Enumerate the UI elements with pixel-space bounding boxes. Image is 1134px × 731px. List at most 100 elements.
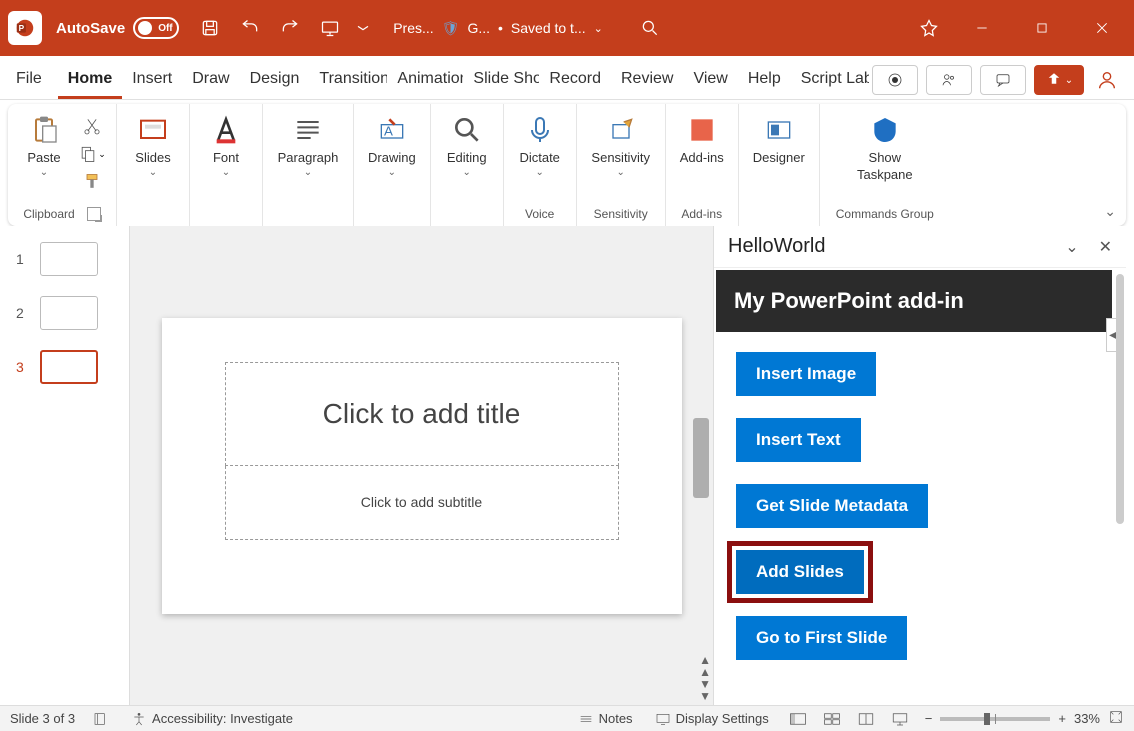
tab-view[interactable]: View (683, 60, 737, 99)
ribbon: Paste ⌄ ⌄ Clipboard Slides⌄ Font⌄ Paragr… (8, 104, 1126, 226)
normal-view-icon[interactable] (787, 710, 809, 728)
app-icon: P (8, 11, 42, 45)
slide-nav-arrows[interactable]: ▲▲▼▼ (699, 655, 711, 701)
zoom-out-button[interactable]: − (925, 711, 933, 726)
format-painter-icon[interactable] (78, 170, 106, 194)
autosave[interactable]: AutoSave Off (56, 17, 179, 39)
save-icon[interactable] (193, 11, 227, 45)
editing-button[interactable]: Editing⌄ (437, 108, 497, 182)
qat-more-icon[interactable] (353, 11, 373, 45)
drawing-button[interactable]: A Drawing⌄ (360, 108, 424, 182)
svg-text:A: A (384, 123, 393, 138)
accessibility-button[interactable]: Accessibility: Investigate (127, 711, 297, 727)
group-slides: Slides⌄ (117, 104, 190, 226)
tab-slideshow[interactable]: Slide Show (463, 60, 539, 99)
zoom-level[interactable]: 33% (1074, 711, 1100, 726)
maximize-button[interactable] (1018, 8, 1066, 48)
font-button[interactable]: Font⌄ (196, 108, 256, 182)
group-addins: Add-ins Add-ins (666, 104, 739, 226)
zoom-slider[interactable] (940, 717, 1050, 721)
teams-button[interactable] (926, 65, 972, 95)
tab-draw[interactable]: Draw (182, 60, 239, 99)
reading-view-icon[interactable] (855, 710, 877, 728)
tab-scriptlab[interactable]: Script Lab (791, 60, 869, 99)
thumb-2[interactable]: 2 (16, 296, 121, 330)
tab-design[interactable]: Design (240, 60, 310, 99)
premium-icon[interactable] (912, 11, 946, 45)
show-taskpane-button[interactable]: Show Taskpane (849, 108, 921, 186)
tab-review[interactable]: Review (611, 60, 683, 99)
zoom-in-button[interactable]: + (1058, 711, 1066, 726)
display-settings-button[interactable]: Display Settings (651, 711, 773, 727)
mic-icon (522, 112, 558, 148)
close-button[interactable] (1078, 8, 1126, 48)
addins-button[interactable]: Add-ins (672, 108, 732, 169)
minimize-button[interactable] (958, 8, 1006, 48)
status-bar: Slide 3 of 3 Accessibility: Investigate … (0, 705, 1134, 731)
cut-icon[interactable] (78, 114, 106, 138)
dictate-button[interactable]: Dictate⌄ (510, 108, 570, 182)
paragraph-icon (290, 112, 326, 148)
thumb-1[interactable]: 1 (16, 242, 121, 276)
editing-icon (449, 112, 485, 148)
copy-icon[interactable]: ⌄ (78, 142, 106, 166)
sensitivity-button[interactable]: Sensitivity⌄ (583, 108, 659, 182)
insert-text-button[interactable]: Insert Text (736, 418, 861, 462)
insert-image-button[interactable]: Insert Image (736, 352, 876, 396)
slides-button[interactable]: Slides⌄ (123, 108, 183, 182)
tab-insert[interactable]: Insert (122, 60, 182, 99)
redo-icon[interactable] (273, 11, 307, 45)
go-first-slide-button[interactable]: Go to First Slide (736, 616, 907, 660)
group-paragraph: Paragraph⌄ (263, 104, 354, 226)
slide-canvas[interactable]: Click to add title Click to add subtitle… (130, 226, 714, 705)
get-metadata-button[interactable]: Get Slide Metadata (736, 484, 928, 528)
paragraph-button[interactable]: Paragraph⌄ (269, 108, 347, 182)
chevron-down-icon[interactable]: ⌄ (594, 22, 603, 35)
doc-title-area: Pres... 🛡 G... • Saved to t... ⌄ (393, 20, 603, 37)
view-switcher (787, 710, 911, 728)
tab-help[interactable]: Help (738, 60, 791, 99)
taskpane-menu-icon[interactable]: ⌄ (1065, 237, 1078, 257)
taskpane-body: My PowerPoint add-in ◀ Insert Image Inse… (714, 268, 1126, 705)
slide-counter[interactable]: Slide 3 of 3 (10, 711, 75, 726)
fit-to-window-icon[interactable] (1108, 709, 1124, 728)
tab-file[interactable]: File (6, 60, 52, 99)
designer-button[interactable]: Designer (745, 108, 813, 169)
taskpane: HelloWorld ⌄ ✕ My PowerPoint add-in ◀ In… (714, 226, 1126, 705)
dialog-launcher-icon[interactable] (87, 207, 101, 221)
subtitle-placeholder[interactable]: Click to add subtitle (225, 466, 619, 540)
notes-button[interactable]: Notes (574, 711, 637, 727)
taskpane-header: HelloWorld ⌄ ✕ (714, 226, 1126, 268)
record-button[interactable] (872, 65, 918, 95)
tab-transitions[interactable]: Transition (309, 60, 387, 99)
doc-name[interactable]: Pres... (393, 20, 433, 36)
taskpane-scrollbar[interactable] (1116, 274, 1124, 524)
tab-animations[interactable]: Animation (387, 60, 463, 99)
tab-record[interactable]: Record (539, 60, 611, 99)
paste-button[interactable]: Paste ⌄ (14, 108, 74, 182)
group-editing: Editing⌄ (431, 104, 504, 226)
sensitivity-icon (603, 112, 639, 148)
thumb-3[interactable]: 3 (16, 350, 121, 384)
language-icon[interactable] (89, 711, 113, 727)
autosave-toggle[interactable]: Off (133, 17, 179, 39)
present-icon[interactable] (313, 11, 347, 45)
comments-button[interactable] (980, 65, 1026, 95)
account-icon[interactable] (1092, 69, 1122, 91)
search-icon[interactable] (633, 11, 667, 45)
taskpane-icon (867, 112, 903, 148)
slideshow-view-icon[interactable] (889, 710, 911, 728)
sorter-view-icon[interactable] (821, 710, 843, 728)
group-sensitivity: Sensitivity⌄ Sensitivity (577, 104, 666, 226)
taskpane-close-icon[interactable]: ✕ (1099, 237, 1112, 257)
title-bar: P AutoSave Off Pres... 🛡 G... • Saved to… (0, 0, 1134, 56)
collapse-ribbon-icon[interactable]: ⌄ (1104, 203, 1116, 220)
undo-icon[interactable] (233, 11, 267, 45)
title-placeholder[interactable]: Click to add title (225, 362, 619, 466)
share-button[interactable]: ⌄ (1034, 65, 1084, 95)
canvas-scrollbar[interactable] (693, 418, 709, 498)
window-controls (912, 8, 1126, 48)
add-slides-button[interactable]: Add Slides (736, 550, 864, 594)
workarea: 1 2 3 Click to add title Click to add su… (8, 226, 1126, 705)
tab-home[interactable]: Home (58, 60, 122, 99)
